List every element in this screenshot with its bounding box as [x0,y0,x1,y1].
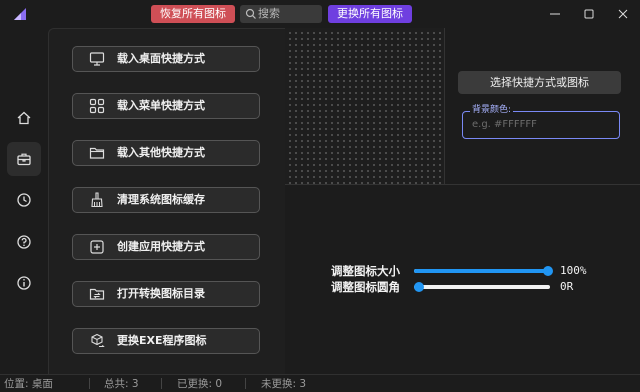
sidebar-item-home[interactable] [7,101,41,135]
restore-all-icons-button[interactable]: 恢复所有图标 [151,5,235,23]
icon-size-slider-fill [414,269,550,273]
title-bar: 恢复所有图标 搜索 更换所有图标 [0,0,640,28]
replace-all-icons-button[interactable]: 更换所有图标 [328,5,412,23]
search-box[interactable]: 搜索 [240,5,322,23]
search-input[interactable]: 搜索 [258,5,280,23]
status-bar: 位置: 桌面 总共: 3 已更换: 0 未更换: 3 [0,374,640,392]
action-label: 载入菜单快捷方式 [117,99,205,112]
home-icon [17,111,31,125]
minimize-icon [550,13,560,15]
icon-size-slider-track[interactable] [414,269,550,273]
action-label: 载入其他快捷方式 [117,146,205,159]
background-color-label: 背景颜色: [470,104,514,116]
broom-icon [91,192,103,208]
action-label: 清理系统图标缓存 [117,193,205,206]
minimize-button[interactable] [540,4,570,24]
maximize-icon [584,9,594,19]
action-label: 载入桌面快捷方式 [117,52,205,65]
sidebar-item-about[interactable] [7,266,41,300]
sidebar-item-toolbox[interactable] [7,142,41,176]
action-label: 创建应用快捷方式 [117,240,205,253]
action-label: 更换EXE程序图标 [117,334,207,347]
grid-icon [89,98,105,114]
app-logo-icon [14,8,26,20]
sidebar-item-help[interactable] [7,225,41,259]
clear-icon-cache-button[interactable]: 清理系统图标缓存 [72,187,260,213]
action-label: 打开转换图标目录 [117,287,205,300]
clock-icon [17,193,31,207]
status-divider [245,378,246,389]
close-icon [618,9,628,19]
load-other-shortcuts-button[interactable]: 载入其他快捷方式 [72,140,260,166]
icon-preview-canvas[interactable] [285,28,445,185]
toolbox-icon [17,153,31,166]
cube-swap-icon [91,333,105,347]
status-total: 总共: 3 [104,378,139,390]
icon-size-label: 调整图标大小 [331,264,400,278]
search-icon [245,8,256,19]
choose-shortcut-or-icon-button[interactable]: 选择快捷方式或图标 [458,71,621,94]
plus-square-icon [90,240,104,254]
folder-convert-icon [89,288,105,300]
info-icon [17,276,31,290]
sidebar [0,28,48,373]
open-convert-folder-button[interactable]: 打开转换图标目录 [72,281,260,307]
icon-radius-slider-track[interactable] [414,285,550,289]
status-divider [161,378,162,389]
icon-radius-label: 调整图标圆角 [331,280,400,294]
icon-radius-value: 0R [560,280,574,293]
background-color-input[interactable]: e.g. #FFFFFF [472,119,537,131]
status-divider [89,378,90,389]
create-app-shortcut-button[interactable]: 创建应用快捷方式 [72,234,260,260]
icon-size-value: 100% [560,264,587,277]
close-button[interactable] [608,4,638,24]
adjust-panel [285,185,640,373]
folder-icon [89,147,105,159]
load-desktop-shortcuts-button[interactable]: 载入桌面快捷方式 [72,46,260,72]
sidebar-item-history[interactable] [7,183,41,217]
status-location: 位置: 桌面 [4,378,53,390]
load-menu-shortcuts-button[interactable]: 载入菜单快捷方式 [72,93,260,119]
status-replaced: 已更换: 0 [177,378,223,390]
question-icon [17,235,31,249]
monitor-icon [89,52,105,66]
status-not-replaced: 未更换: 3 [261,378,307,390]
icon-radius-slider-thumb[interactable] [414,282,424,292]
icon-size-slider-thumb[interactable] [543,266,553,276]
maximize-button[interactable] [574,4,604,24]
change-exe-icon-button[interactable]: 更换EXE程序图标 [72,328,260,354]
